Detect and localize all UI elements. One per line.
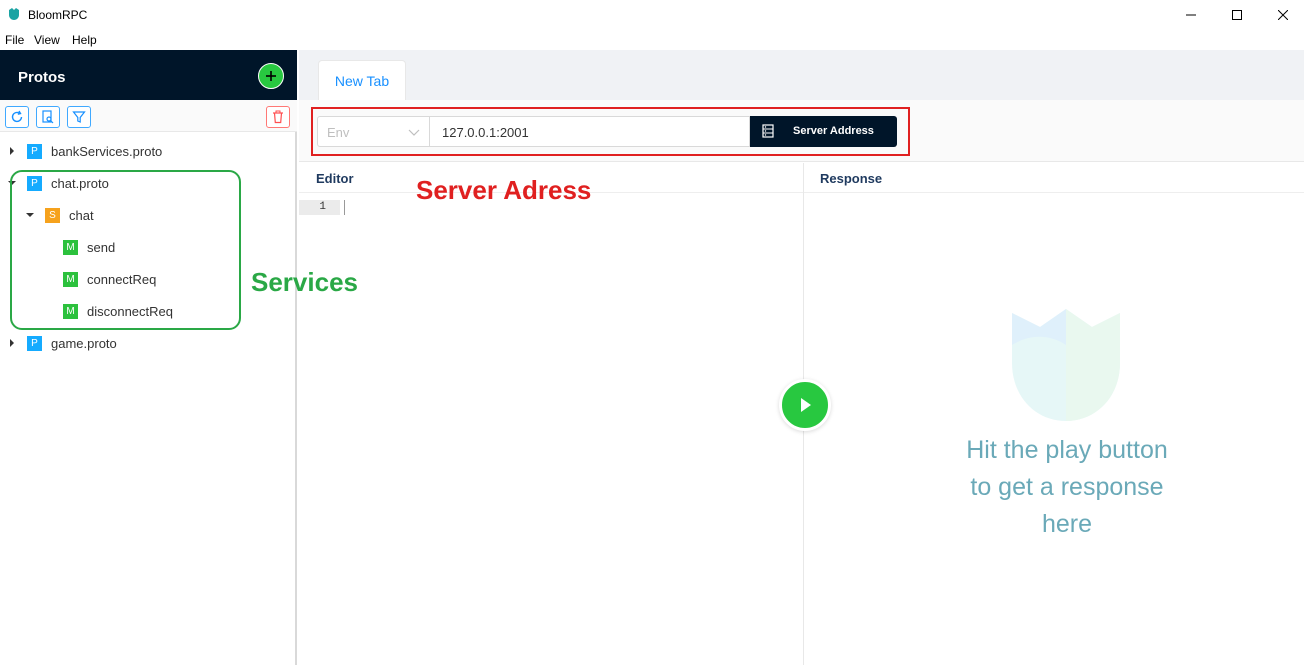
editor-cursor[interactable] — [344, 200, 345, 215]
caret-right-icon[interactable] — [7, 338, 17, 348]
close-button[interactable] — [1260, 0, 1304, 30]
window-title: BloomRPC — [28, 8, 88, 22]
proto-badge: P — [27, 143, 42, 159]
play-button[interactable] — [779, 379, 831, 431]
minimize-button[interactable] — [1168, 0, 1214, 30]
menu-bar: File View Help — [0, 30, 1304, 50]
title-bar: BloomRPC — [0, 0, 1304, 30]
hint-line-3: here — [1041, 510, 1093, 538]
sidebar-toolbar — [0, 100, 297, 132]
reload-button[interactable] — [5, 106, 29, 128]
tab-bar: New Tab — [299, 50, 1304, 100]
tree-item-bankservices-proto[interactable]: P bankServices.proto — [7, 139, 162, 163]
trash-icon — [273, 110, 283, 124]
filter-icon — [72, 111, 86, 123]
add-proto-button[interactable] — [258, 63, 284, 89]
editor-title: Editor — [316, 171, 354, 186]
editor-gutter: 1 — [299, 200, 340, 215]
minimize-icon — [1186, 14, 1196, 16]
menu-file[interactable]: File — [5, 33, 24, 47]
services-annotation: Services — [251, 267, 358, 297]
menu-view[interactable]: View — [34, 33, 60, 47]
file-search-icon — [42, 110, 54, 124]
play-icon — [801, 398, 811, 412]
bloomrpc-logo-icon — [9, 8, 19, 20]
response-header: Response — [804, 163, 1304, 193]
maximize-button[interactable] — [1214, 0, 1260, 30]
tree-item-game-proto[interactable]: P game.proto — [7, 331, 117, 355]
maximize-icon — [1232, 10, 1242, 20]
menu-help[interactable]: Help — [72, 33, 97, 47]
tree-item-label: game.proto — [51, 335, 117, 351]
sidebar-title: Protos — [18, 69, 66, 86]
plus-icon — [266, 71, 276, 81]
import-paths-button[interactable] — [36, 106, 60, 128]
server-address-annotation: Server Adress — [416, 175, 592, 205]
tulip-illustration — [1012, 309, 1120, 421]
close-icon — [1278, 10, 1288, 20]
server-address-highlight-box — [311, 107, 910, 156]
response-title: Response — [820, 171, 883, 186]
tree-item-label: bankServices.proto — [51, 143, 163, 159]
hint-line-2: to get a response — [970, 473, 1164, 501]
reload-icon — [11, 110, 23, 123]
proto-badge: P — [27, 335, 42, 351]
response-hint: Hit the play button to get a response he… — [940, 432, 1194, 543]
line-number: 1 — [319, 201, 326, 213]
filter-button[interactable] — [67, 106, 91, 128]
tab-new-tab[interactable]: New Tab — [318, 60, 406, 100]
delete-all-button[interactable] — [266, 106, 290, 128]
hint-line-1: Hit the play button — [966, 436, 1168, 464]
services-highlight-box — [10, 170, 241, 330]
caret-right-icon[interactable] — [7, 146, 17, 156]
sidebar-header: Protos — [0, 50, 297, 100]
